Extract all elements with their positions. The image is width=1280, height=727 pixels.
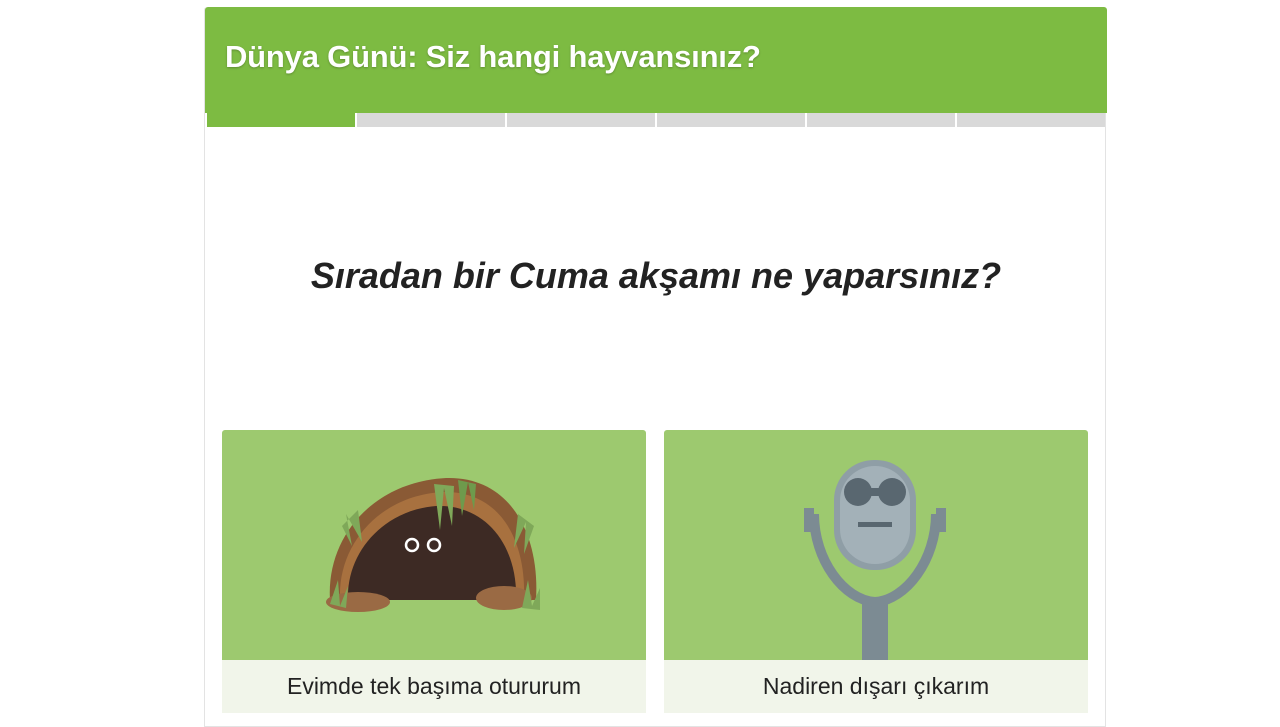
progress-bar bbox=[207, 113, 1105, 128]
quiz-card: Dünya Günü: Siz hangi hayvansınız? Sırad… bbox=[204, 7, 1107, 727]
burrow-with-eyes-icon bbox=[326, 477, 540, 612]
answer-label[interactable]: Evimde tek başıma otururum bbox=[222, 660, 646, 713]
answer-option-burrow[interactable]: Evimde tek başıma otururum bbox=[222, 430, 646, 720]
answer-image[interactable] bbox=[222, 430, 646, 660]
progress-segment-3 bbox=[507, 113, 655, 127]
quiz-title: Dünya Günü: Siz hangi hayvansınız? bbox=[225, 39, 761, 74]
coin-binoculars-icon bbox=[804, 460, 946, 660]
question-text: Sıradan bir Cuma akşamı ne yaparsınız? bbox=[310, 255, 1002, 296]
answer-option-binoculars[interactable]: Nadiren dışarı çıkarım bbox=[664, 430, 1088, 720]
progress-segment-6 bbox=[957, 113, 1105, 127]
progress-segment-4 bbox=[657, 113, 805, 127]
progress-segment-2 bbox=[357, 113, 505, 127]
answer-label[interactable]: Nadiren dışarı çıkarım bbox=[664, 660, 1088, 713]
progress-segment-1 bbox=[207, 113, 355, 127]
progress-segment-5 bbox=[807, 113, 955, 127]
quiz-header: Dünya Günü: Siz hangi hayvansınız? bbox=[205, 7, 1107, 113]
answer-image[interactable] bbox=[664, 430, 1088, 660]
